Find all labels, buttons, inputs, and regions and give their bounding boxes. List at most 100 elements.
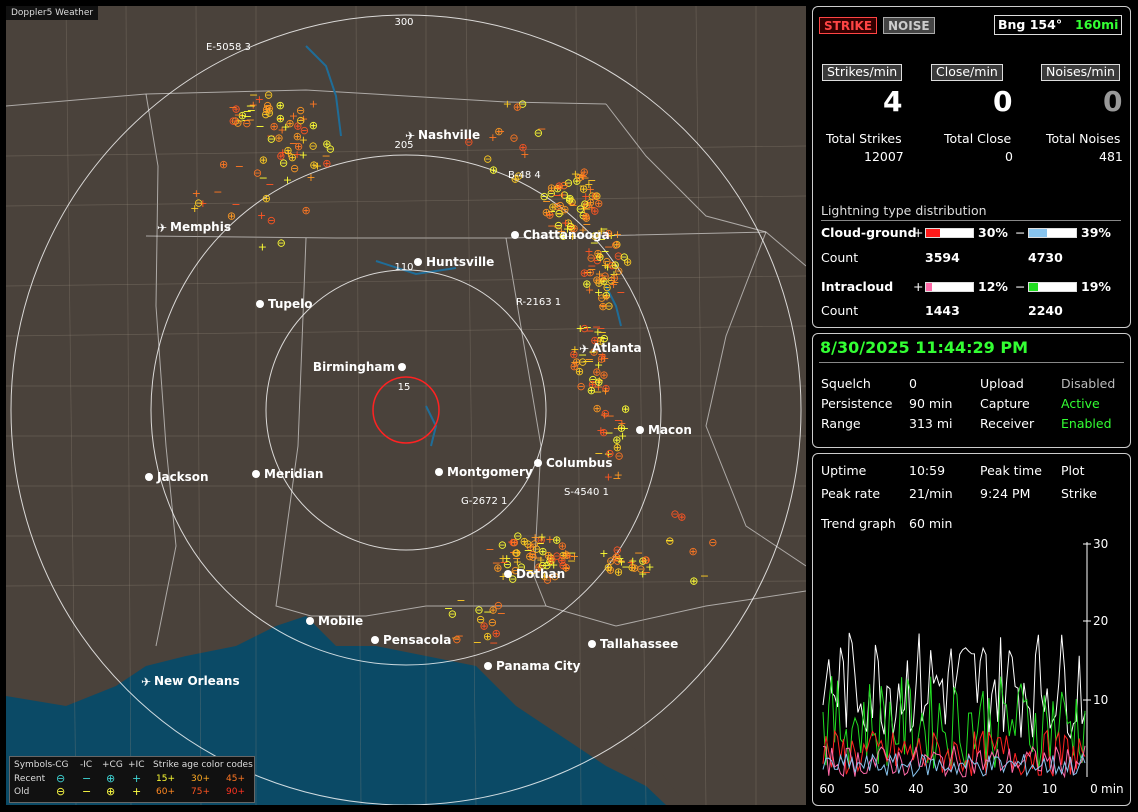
legend-recent-label: Recent <box>14 774 46 784</box>
lightning-map[interactable]: 300 205 110 15 ⊕ − − ⊕ ⊖ − ⊕ ⊖ ⊕ − − ⊕ + ⊕ + ⊖ ⊖ ⊕ − + ⊖ + ⊖ − ⊖ ⊖ + −… <box>6 6 806 805</box>
pensacola-marker <box>371 636 379 644</box>
strike-marker: ⊕ <box>612 434 621 447</box>
city-memphis: Memphis <box>170 220 231 234</box>
app-title: Doppler5 Weather <box>6 6 99 20</box>
strike-marker: ⊕ <box>259 154 268 167</box>
storm-cell-label: G-2672 1 <box>461 496 507 507</box>
columbus-marker <box>534 459 542 467</box>
strike-marker: − <box>456 594 465 607</box>
jackson-marker <box>145 473 153 481</box>
chattanooga-marker <box>511 231 519 239</box>
upload-label: Upload <box>980 376 1024 391</box>
strike-marker: ⊖ <box>296 114 305 127</box>
range-label-300: 300 <box>394 17 413 28</box>
strike-marker: + <box>257 209 266 222</box>
peak-time-value: 9:24 PM <box>980 486 1031 501</box>
capture-label: Capture <box>980 396 1030 411</box>
strike-marker: ⊕ <box>598 300 607 313</box>
strike-marker: ⊕ <box>513 100 522 113</box>
strike-marker: − <box>621 561 630 574</box>
strike-marker: ⊖ <box>620 250 629 263</box>
legend-col-pos-ic: +IC <box>128 760 145 770</box>
city-huntsville: Huntsville <box>426 255 494 269</box>
strike-marker: ⊖ <box>530 537 539 550</box>
cg-count-label: Count <box>821 250 859 265</box>
x-tick-0: 0 <box>1090 782 1098 796</box>
strike-button[interactable]: STRIKE <box>819 17 878 34</box>
noise-button[interactable]: NOISE <box>883 17 935 34</box>
map-canvas[interactable]: 30020511015 ⊕−− ⊕⊖− ⊕⊖⊕−−⊕+⊕ +⊖⊖ ⊕−+⊖+⊖−⊖⊖+−… <box>6 6 806 805</box>
legend-recent-neg-ic-symbol: − <box>82 772 92 785</box>
distribution-divider <box>821 220 1121 221</box>
bearing-value: Bng 154° <box>998 17 1063 32</box>
strike-marker: ⊖ <box>602 281 611 294</box>
strike-marker: − <box>213 186 222 199</box>
city-macon: Macon <box>648 423 692 437</box>
intracloud-label: Intracloud <box>821 279 894 294</box>
strike-marker: − <box>235 160 244 173</box>
cg-negative-bar-fill <box>1029 229 1048 237</box>
legend-age-label: Strike age color codes <box>153 760 253 770</box>
legend-old-neg-ic-symbol: − <box>82 785 92 798</box>
cg-positive-bar-fill <box>926 229 941 237</box>
upload-status: Disabled <box>1061 376 1116 391</box>
capture-status: Active <box>1061 396 1100 411</box>
macon-marker <box>636 426 644 434</box>
trend-graph: 30 20 10 60 50 40 30 20 10 0 min <box>819 537 1123 796</box>
legend-old-pos-ic-symbol: + <box>132 785 142 798</box>
strike-marker: ⊕ <box>548 201 557 214</box>
strike-marker: ⊖ <box>474 603 483 616</box>
strike-marker: ⊖ <box>708 536 717 549</box>
plot-value[interactable]: Strike <box>1061 486 1097 501</box>
x-tick-60: 60 <box>819 782 834 796</box>
cg-positive-bar <box>925 228 974 238</box>
total-close-label: Total Close <box>944 131 1012 146</box>
strike-marker: + <box>601 385 610 398</box>
strike-marker: ⊕ <box>689 575 698 588</box>
x-tick-40: 40 <box>908 782 923 796</box>
legend-age-30: 30+ <box>191 774 210 784</box>
close-per-min-header: Close/min <box>931 64 1003 81</box>
strike-marker: ⊕ <box>590 204 599 217</box>
strike-marker: ⊕ <box>301 204 310 217</box>
range-label-110: 110 <box>394 262 413 273</box>
strike-marker: − <box>444 602 453 615</box>
current-datetime: 8/30/2025 11:44:29 PM <box>820 338 1028 357</box>
cg-plus-sign: + <box>913 225 924 240</box>
strike-marker: − <box>473 636 482 649</box>
city-pensacola: Pensacola <box>383 633 451 647</box>
strike-marker: ⊖ <box>665 535 674 548</box>
strike-marker: ⊕ <box>518 141 527 154</box>
strike-marker: ⊕ <box>276 99 285 112</box>
strike-marker: − <box>243 105 252 118</box>
ic-count-label: Count <box>821 303 859 318</box>
city-panama-city: Panama City <box>496 659 581 673</box>
peak-rate-label: Peak rate <box>821 486 881 501</box>
tallahassee-marker <box>588 640 596 648</box>
cg-minus-sign: − <box>1015 225 1026 240</box>
strike-marker: ⊕ <box>283 144 292 157</box>
atlanta-airport-icon: ✈ <box>579 342 589 356</box>
total-close-value: 0 <box>1005 149 1013 164</box>
city-dothan: Dothan <box>516 567 565 581</box>
total-noises-label: Total Noises <box>1046 131 1121 146</box>
strike-marker: + <box>306 171 315 184</box>
distribution-title: Lightning type distribution <box>821 203 987 218</box>
strike-marker: ⊕ <box>262 192 271 205</box>
settings-divider <box>819 362 1124 363</box>
y-tick-20: 20 <box>1093 614 1108 628</box>
persistence-value: 90 min <box>909 396 953 411</box>
strike-marker: ⊕ <box>611 258 620 271</box>
total-noises-value: 481 <box>1099 149 1123 164</box>
huntsville-marker <box>414 258 422 266</box>
strike-marker: + <box>299 133 308 146</box>
noises-per-min-header: Noises/min <box>1041 64 1120 81</box>
legend-col-neg-cg: -CG <box>52 760 69 770</box>
ic-negative-bar <box>1028 282 1077 292</box>
strike-marker: ⊖ <box>641 553 650 566</box>
range-label: Range <box>821 416 861 431</box>
strike-marker: ⊖ <box>498 538 507 551</box>
trend-graph-label: Trend graph <box>821 516 896 531</box>
total-strikes-value: 12007 <box>864 149 904 164</box>
settings-panel: 8/30/2025 11:44:29 PM Squelch 0 Upload D… <box>812 333 1131 448</box>
